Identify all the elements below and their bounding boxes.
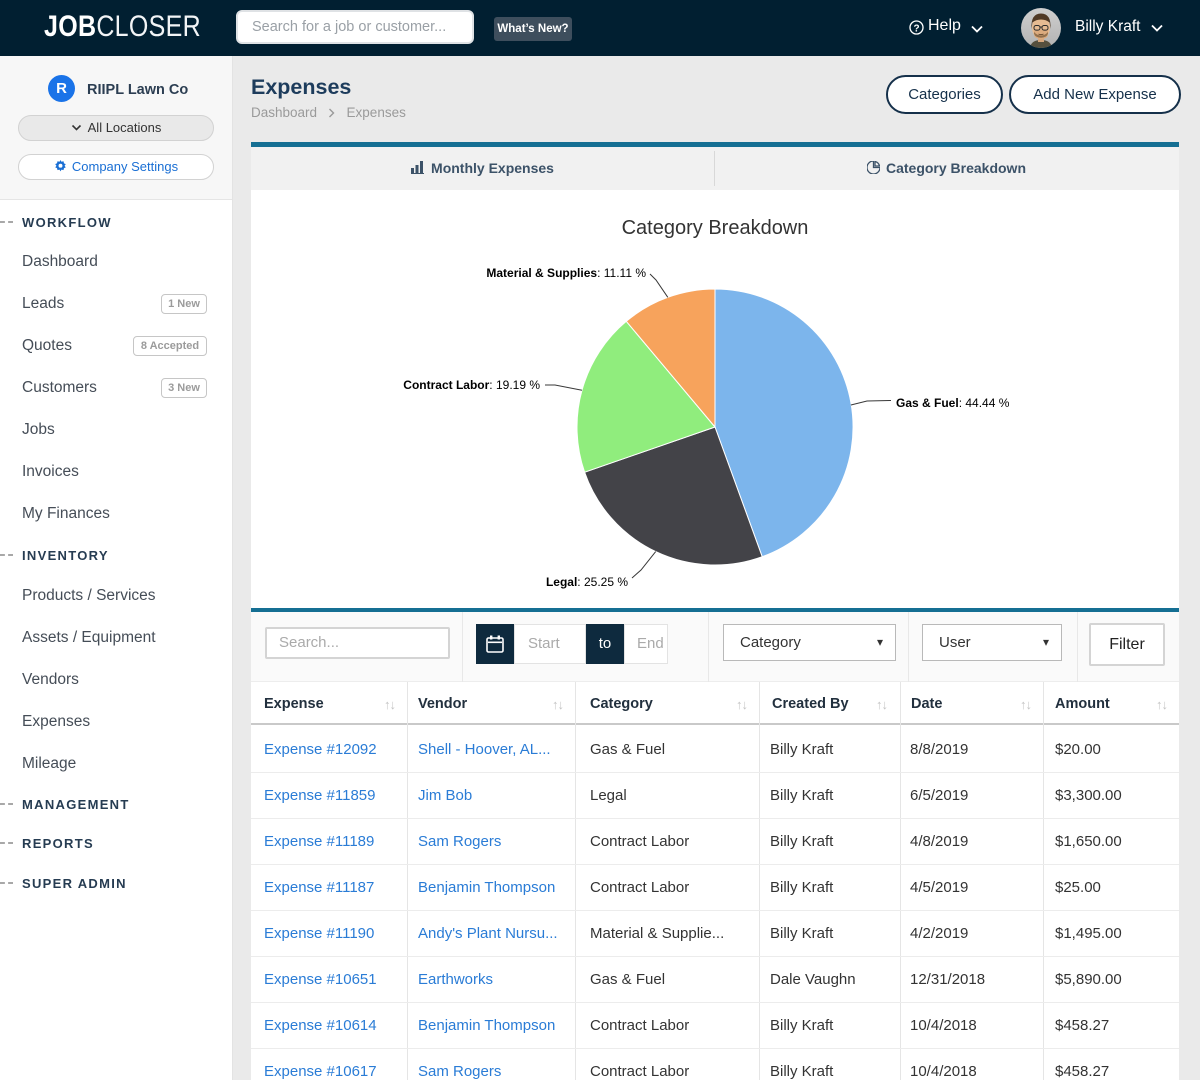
svg-text:Category Breakdown: Category Breakdown — [622, 217, 809, 239]
svg-text:Legal: 25.25 %: Legal: 25.25 % — [546, 575, 628, 589]
svg-text:Contract Labor: 19.19 %: Contract Labor: 19.19 % — [403, 378, 540, 392]
svg-text:Material & Supplies: 11.11 %: Material & Supplies: 11.11 % — [486, 266, 646, 280]
svg-text:Gas & Fuel: 44.44 %: Gas & Fuel: 44.44 % — [896, 396, 1010, 410]
svg-text:?: ? — [913, 23, 919, 34]
